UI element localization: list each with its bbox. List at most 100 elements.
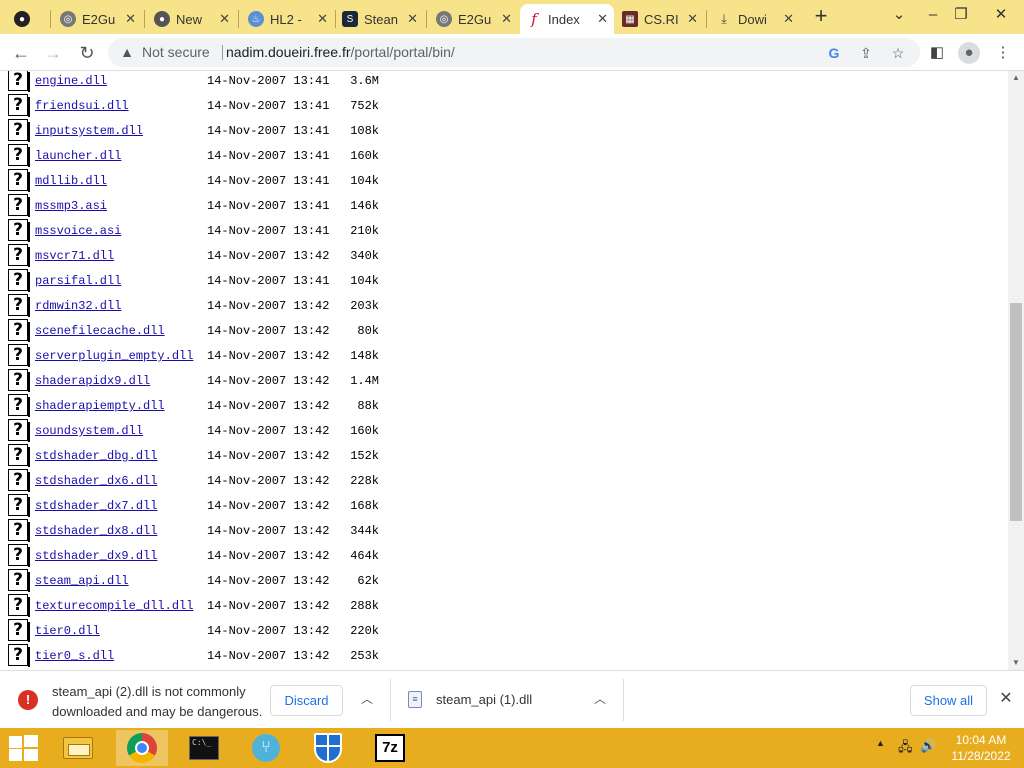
file-size: 104k xyxy=(350,274,379,288)
close-window-icon[interactable]: ✕ xyxy=(990,4,1012,26)
tab-github[interactable]: ● xyxy=(8,4,46,34)
file-link[interactable]: launcher.dll xyxy=(35,149,121,163)
unknown-file-icon: ? xyxy=(8,519,30,542)
file-link[interactable]: mssvoice.asi xyxy=(35,224,121,238)
close-tab-icon[interactable]: ✕ xyxy=(125,11,136,27)
file-link[interactable]: tier0.dll xyxy=(35,624,100,638)
file-link[interactable]: soundsystem.dll xyxy=(35,424,143,438)
vertical-scrollbar[interactable]: ▲ ▼ xyxy=(1008,71,1024,670)
tab-search-icon[interactable]: ⌄ xyxy=(888,4,910,26)
file-link[interactable]: stdshader_dbg.dll xyxy=(35,449,157,463)
windows-start-icon[interactable] xyxy=(8,735,38,761)
forward-icon[interactable]: → xyxy=(40,40,66,66)
file-link[interactable]: shaderapidx9.dll xyxy=(35,374,150,388)
file-link[interactable]: stdshader_dx9.dll xyxy=(35,549,157,563)
file-size: 210k xyxy=(350,224,379,238)
show-all-button[interactable]: Show all xyxy=(910,685,987,716)
minimize-icon[interactable]: – xyxy=(922,4,944,26)
new-tab-button[interactable]: + xyxy=(810,5,832,28)
network-icon[interactable]: 🖧 xyxy=(898,738,913,760)
tab-2[interactable]: ● New ✕ xyxy=(148,4,236,34)
download-divider xyxy=(623,679,624,721)
file-link[interactable]: inputsystem.dll xyxy=(35,124,143,138)
close-tab-icon[interactable]: ✕ xyxy=(501,11,512,27)
tab-4[interactable]: S Stean ✕ xyxy=(336,4,424,34)
system-clock[interactable]: 10:04 AM 11/28/2022 xyxy=(944,732,1018,764)
file-link[interactable]: serverplugin_empty.dll xyxy=(35,349,193,363)
tab-index-active[interactable]: f Index ✕ xyxy=(520,4,614,34)
file-size: 220k xyxy=(350,624,379,638)
google-lens-icon[interactable]: G xyxy=(824,43,844,63)
file-link[interactable]: scenefilecache.dll xyxy=(35,324,165,338)
file-date: 14-Nov-2007 13:42 xyxy=(207,374,330,388)
close-tab-icon[interactable]: ✕ xyxy=(687,11,698,27)
file-link[interactable]: engine.dll xyxy=(35,74,107,88)
profile-avatar-icon[interactable]: ● xyxy=(958,42,980,64)
file-link[interactable]: mdllib.dll xyxy=(35,174,107,188)
back-icon[interactable]: ← xyxy=(8,40,34,66)
file-link[interactable]: mssmp3.asi xyxy=(35,199,107,213)
tab-3[interactable]: ♨ HL2 - ✕ xyxy=(242,4,334,34)
close-tab-icon[interactable]: ✕ xyxy=(783,11,794,27)
show-hidden-icons-icon[interactable]: ▲ xyxy=(876,738,885,748)
close-tab-icon[interactable]: ✕ xyxy=(407,11,418,27)
tab-title: E2Gu xyxy=(458,11,492,27)
file-link[interactable]: stdshader_dx6.dll xyxy=(35,474,157,488)
file-link[interactable]: stdshader_dx7.dll xyxy=(35,499,157,513)
download-file-name[interactable]: steam_api (1).dll xyxy=(436,692,532,707)
warning-triangle-icon[interactable]: ▲ xyxy=(118,43,136,61)
side-panel-icon[interactable]: ◧ xyxy=(926,42,948,64)
close-download-bar-icon[interactable]: ✕ xyxy=(996,689,1016,709)
file-link[interactable]: rdmwin32.dll xyxy=(35,299,121,313)
tab-1[interactable]: ◎ E2Gu ✕ xyxy=(54,4,142,34)
scroll-up-icon[interactable]: ▲ xyxy=(1008,71,1024,85)
tab-separator xyxy=(238,10,239,28)
chevron-up-icon[interactable]: ︿ xyxy=(590,689,610,709)
share-icon[interactable]: ⇪ xyxy=(856,43,876,63)
7zip-icon[interactable]: 7z xyxy=(364,730,416,766)
chrome-icon[interactable] xyxy=(116,730,168,766)
file-size: 152k xyxy=(350,449,379,463)
tab-title: New xyxy=(176,11,203,27)
file-link[interactable]: texturecompile_dll.dll xyxy=(35,599,193,613)
volume-icon[interactable]: 🔊 xyxy=(920,738,936,754)
tab-7[interactable]: ▦ CS.RI ✕ xyxy=(616,4,704,34)
file-link[interactable]: msvcr71.dll xyxy=(35,249,114,263)
github-icon: ● xyxy=(14,11,30,27)
windows-defender-icon[interactable] xyxy=(302,730,354,766)
url-text[interactable]: nadim.doueiri.free.fr/portal/portal/bin/ xyxy=(226,44,455,60)
unknown-file-icon: ? xyxy=(8,71,30,92)
file-size: 160k xyxy=(350,149,379,163)
file-link[interactable]: steam_api.dll xyxy=(35,574,129,588)
close-tab-icon[interactable]: ✕ xyxy=(219,11,230,27)
tab-5[interactable]: ◎ E2Gu ✕ xyxy=(430,4,518,34)
tab-strip: ● ◎ E2Gu ✕ ● New ✕ ♨ HL2 - ✕ S Stean ✕ ◎… xyxy=(0,0,1024,34)
address-bar[interactable]: ▲ Not secure nadim.doueiri.free.fr/porta… xyxy=(108,38,920,67)
file-date: 14-Nov-2007 13:42 xyxy=(207,474,330,488)
menu-kebab-icon[interactable]: ⋮ xyxy=(992,42,1014,64)
file-link[interactable]: shaderapiempty.dll xyxy=(35,399,165,413)
reload-icon[interactable]: ↻ xyxy=(74,40,100,66)
file-link[interactable]: parsifal.dll xyxy=(35,274,121,288)
close-tab-icon[interactable]: ✕ xyxy=(597,11,608,27)
steam-vr-icon[interactable]: ⑂ xyxy=(240,730,292,766)
chevron-up-icon[interactable]: ︿ xyxy=(357,689,377,709)
tab-separator xyxy=(50,10,51,28)
file-link[interactable]: tier0_s.dll xyxy=(35,649,114,663)
file-link[interactable]: stdshader_dx8.dll xyxy=(35,524,157,538)
command-prompt-icon[interactable]: C:\_ xyxy=(178,730,230,766)
bookmark-star-icon[interactable]: ☆ xyxy=(888,43,908,63)
restore-icon[interactable]: ❐ xyxy=(950,4,972,26)
file-link[interactable]: friendsui.dll xyxy=(35,99,129,113)
file-size: 464k xyxy=(350,549,379,563)
security-label[interactable]: Not secure xyxy=(142,44,210,60)
clock-time: 10:04 AM xyxy=(955,733,1007,747)
tab-8[interactable]: ⤓ Dowi ✕ xyxy=(710,4,800,34)
file-date: 14-Nov-2007 13:42 xyxy=(207,424,330,438)
close-tab-icon[interactable]: ✕ xyxy=(317,11,328,27)
discard-button[interactable]: Discard xyxy=(270,685,343,716)
scrollbar-thumb[interactable] xyxy=(1010,303,1022,521)
warning-line-2: downloaded and may be dangerous. xyxy=(52,704,263,719)
scroll-down-icon[interactable]: ▼ xyxy=(1008,656,1024,670)
file-explorer-icon[interactable] xyxy=(52,730,104,766)
